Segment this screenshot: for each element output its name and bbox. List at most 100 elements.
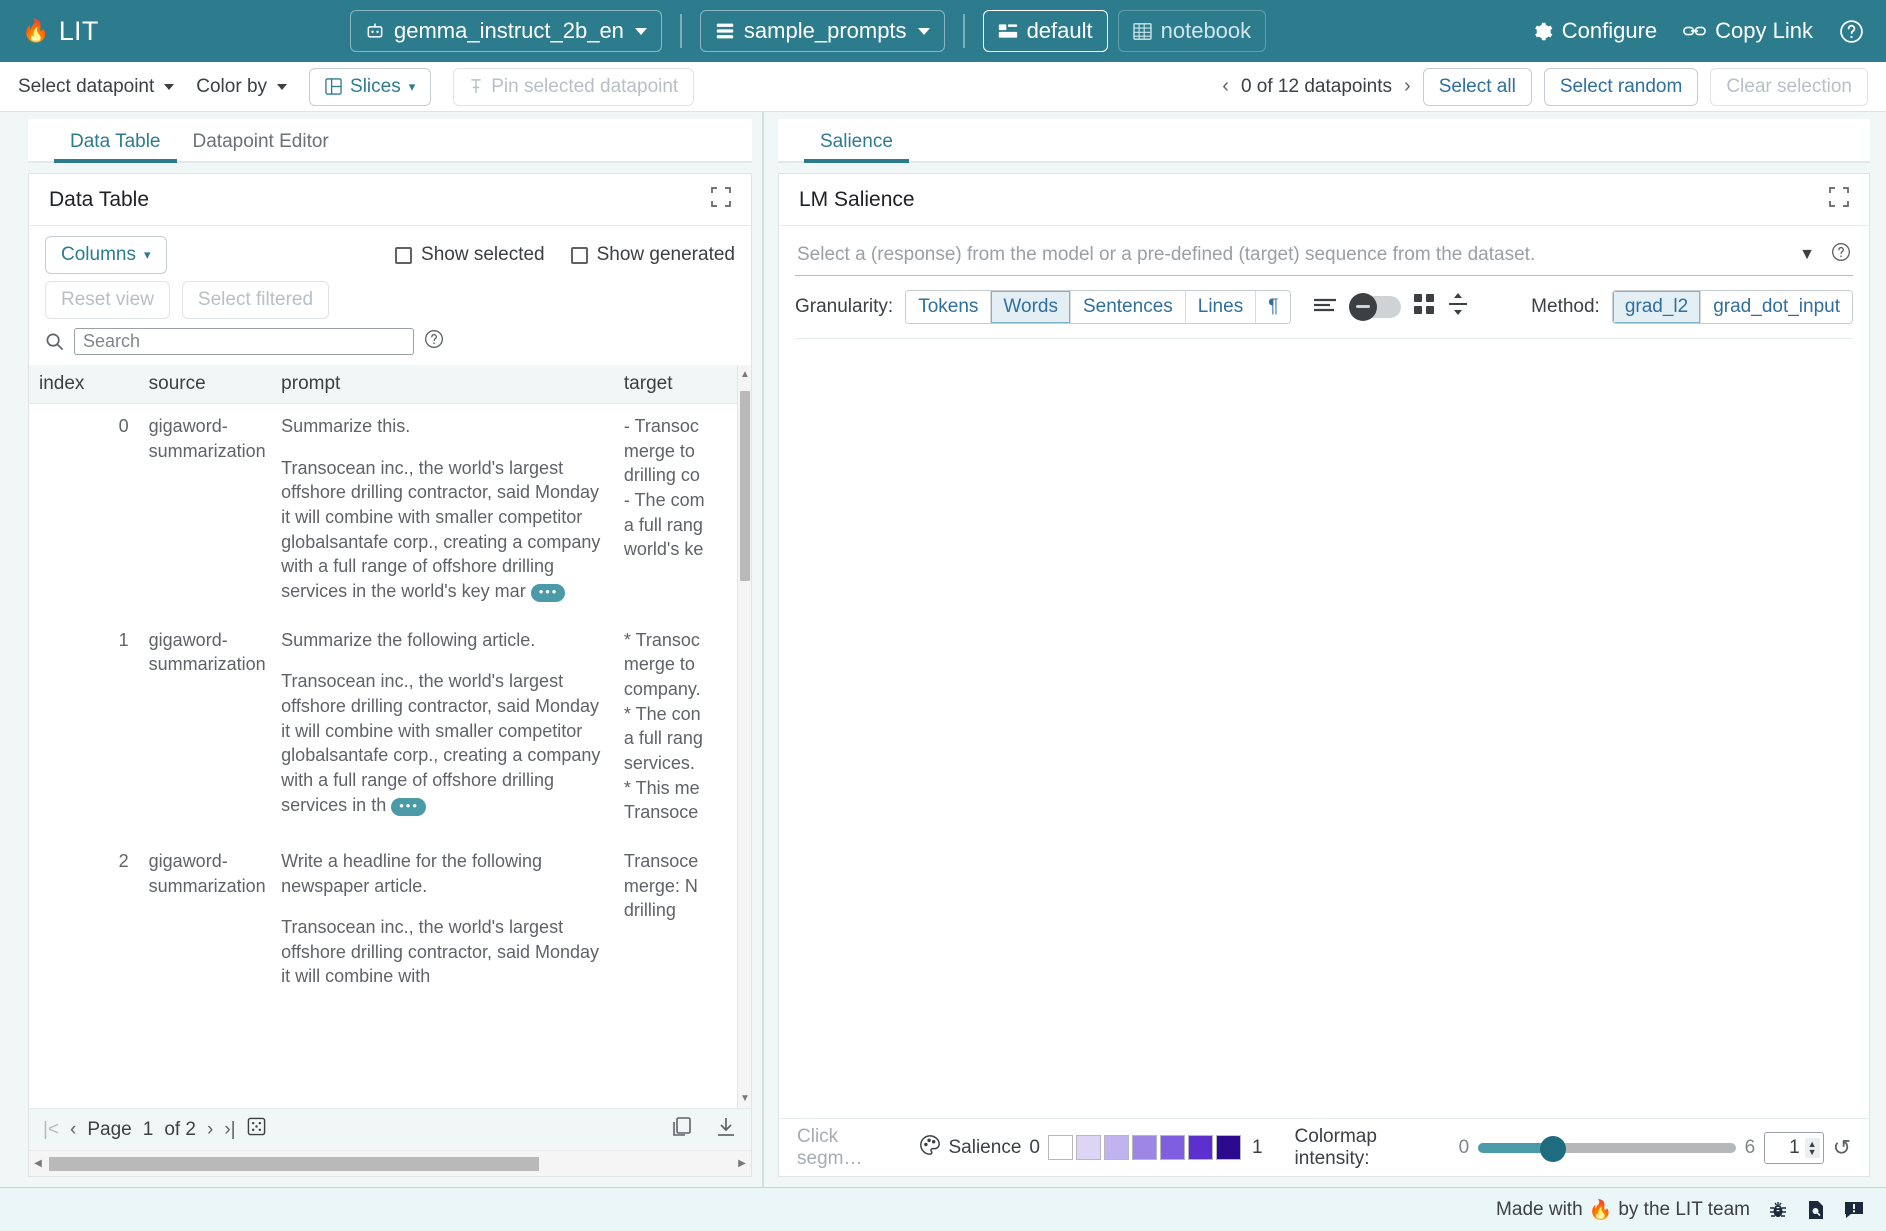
scroll-up-icon[interactable]: ▲ (740, 369, 750, 380)
cell-index: 0 (29, 404, 139, 618)
feedback-icon[interactable] (1844, 1200, 1864, 1220)
target-line: - Transoc (624, 414, 741, 439)
reset-icon[interactable]: ↺ (1833, 1135, 1851, 1161)
sequence-select[interactable]: Select a (response) from the model or a … (795, 238, 1853, 276)
colormap-value-input[interactable]: 1 ▲▼ (1764, 1132, 1823, 1164)
copy-icon[interactable] (671, 1116, 693, 1144)
dice-icon[interactable] (247, 1117, 266, 1142)
display-mode-switch[interactable] (1349, 296, 1401, 318)
columns-button[interactable]: Columns ▾ (45, 236, 167, 274)
expand-more-chip[interactable]: ••• (391, 798, 426, 816)
scroll-right-icon[interactable]: ▶ (735, 1158, 749, 1169)
center-align-icon[interactable] (1447, 292, 1469, 322)
table-row[interactable]: 0 gigaword-summarization Summarize this.… (29, 404, 751, 618)
target-line: merge to (624, 439, 741, 464)
clear-selection-button[interactable]: Clear selection (1710, 68, 1868, 106)
clear-selection-label: Clear selection (1726, 76, 1852, 98)
legend-max-value: 1 (1252, 1137, 1263, 1159)
granularity-option-tokens[interactable]: Tokens (906, 291, 991, 323)
target-line: * The con (624, 702, 741, 727)
granularity-option-words[interactable]: Words (991, 291, 1071, 323)
document-icon[interactable] (1806, 1200, 1826, 1220)
table-scroll-area[interactable]: index source prompt target 0 gigaword-su… (29, 365, 751, 1108)
tab-salience-label: Salience (820, 131, 893, 152)
configure-button[interactable]: Configure (1532, 18, 1657, 44)
top-bar: 🔥 LIT gemma_instruct_2b_en sample_prompt… (0, 0, 1886, 62)
granularity-option-paragraphs[interactable]: ¶ (1256, 291, 1290, 323)
lines-icon[interactable] (1313, 296, 1337, 318)
color-by-label: Color by (196, 76, 267, 98)
bug-icon[interactable] (1768, 1200, 1788, 1220)
column-header-source[interactable]: source (139, 365, 272, 404)
salience-visualization-area[interactable] (779, 339, 1869, 1118)
column-header-prompt[interactable]: prompt (271, 365, 614, 404)
table-vertical-scrollbar[interactable]: ▲ ▼ (737, 365, 751, 1108)
tab-datapoint-editor[interactable]: Datapoint Editor (177, 131, 345, 161)
expand-more-chip[interactable]: ••• (531, 584, 566, 602)
dataset-selector[interactable]: sample_prompts (700, 10, 945, 52)
select-random-button[interactable]: Select random (1544, 68, 1699, 106)
slider-knob[interactable] (1540, 1136, 1566, 1162)
copy-link-button[interactable]: Copy Link (1683, 18, 1813, 44)
legend-swatch (1188, 1135, 1213, 1160)
table-body: 0 gigaword-summarization Summarize this.… (29, 404, 751, 1004)
show-generated-checkbox[interactable]: Show generated (571, 244, 735, 266)
hscrollbar-thumb[interactable] (49, 1157, 539, 1171)
cell-index: 2 (29, 839, 139, 1003)
reset-view-button[interactable]: Reset view (45, 281, 170, 319)
method-option-grad-dot-input[interactable]: grad_dot_input (1701, 291, 1852, 323)
next-datapoint-icon[interactable]: › (1404, 75, 1411, 98)
select-filtered-button[interactable]: Select filtered (182, 281, 329, 319)
scrollbar-thumb[interactable] (740, 391, 750, 581)
colormap-slider[interactable] (1478, 1141, 1735, 1155)
target-line: Transoce (624, 800, 741, 825)
column-header-target[interactable]: target (614, 365, 751, 404)
table-row[interactable]: 2 gigaword-summarization Write a headlin… (29, 839, 751, 1003)
stepper-icon[interactable]: ▲▼ (1805, 1138, 1820, 1158)
layout-default-button[interactable]: default (983, 10, 1108, 52)
palette-icon[interactable] (919, 1134, 941, 1162)
robot-icon (365, 21, 385, 41)
expand-icon[interactable] (1829, 187, 1849, 213)
table-horizontal-scrollbar[interactable]: ◀ ▶ (29, 1150, 751, 1176)
granularity-option-lines[interactable]: Lines (1186, 291, 1256, 323)
tab-salience[interactable]: Salience (804, 131, 909, 161)
download-icon[interactable] (715, 1116, 737, 1144)
grid-view-icon[interactable] (1413, 293, 1435, 321)
method-option-grad-l2[interactable]: grad_l2 (1613, 291, 1701, 323)
table-row[interactable]: 1 gigaword-summarization Summarize the f… (29, 618, 751, 839)
next-page-button[interactable]: › (207, 1119, 213, 1141)
select-all-button[interactable]: Select all (1423, 68, 1532, 106)
scroll-left-icon[interactable]: ◀ (31, 1158, 45, 1169)
scroll-down-icon[interactable]: ▼ (740, 1093, 750, 1104)
tab-data-table-label: Data Table (70, 131, 161, 152)
salience-footer: Click segm… Salience 0 (779, 1118, 1869, 1176)
search-help-icon[interactable] (424, 329, 444, 354)
legend-swatch (1048, 1135, 1073, 1160)
first-page-button[interactable]: |< (43, 1119, 59, 1141)
search-input[interactable]: Search (74, 328, 414, 355)
color-by-menu[interactable]: Color by (196, 76, 287, 98)
prev-datapoint-icon[interactable]: ‹ (1222, 75, 1229, 98)
show-selected-label: Show selected (421, 244, 545, 266)
granularity-option-sentences[interactable]: Sentences (1071, 291, 1186, 323)
help-button[interactable] (1839, 19, 1864, 44)
chevron-down-icon[interactable]: ▼ (1799, 246, 1815, 264)
column-header-index[interactable]: index (29, 365, 139, 404)
prompt-line: Summarize this. (281, 414, 604, 439)
tab-data-table[interactable]: Data Table (54, 131, 177, 161)
sequence-help-icon[interactable] (1831, 242, 1851, 268)
legend-min-value: 0 (1029, 1137, 1040, 1159)
dataset-icon (715, 22, 735, 40)
model-selector[interactable]: gemma_instruct_2b_en (350, 10, 662, 52)
expand-icon[interactable] (711, 187, 731, 213)
show-selected-checkbox[interactable]: Show selected (395, 244, 545, 266)
slices-button[interactable]: Slices ▾ (309, 68, 431, 106)
pin-datapoint-button[interactable]: Pin selected datapoint (453, 68, 694, 106)
cell-prompt: Summarize this. Transocean inc., the wor… (271, 404, 614, 618)
last-page-button[interactable]: ›| (224, 1119, 235, 1141)
prev-page-button[interactable]: ‹ (70, 1119, 76, 1141)
target-line: drilling (624, 898, 741, 923)
select-datapoint-menu[interactable]: Select datapoint (18, 76, 174, 98)
layout-notebook-button[interactable]: notebook (1118, 10, 1267, 52)
